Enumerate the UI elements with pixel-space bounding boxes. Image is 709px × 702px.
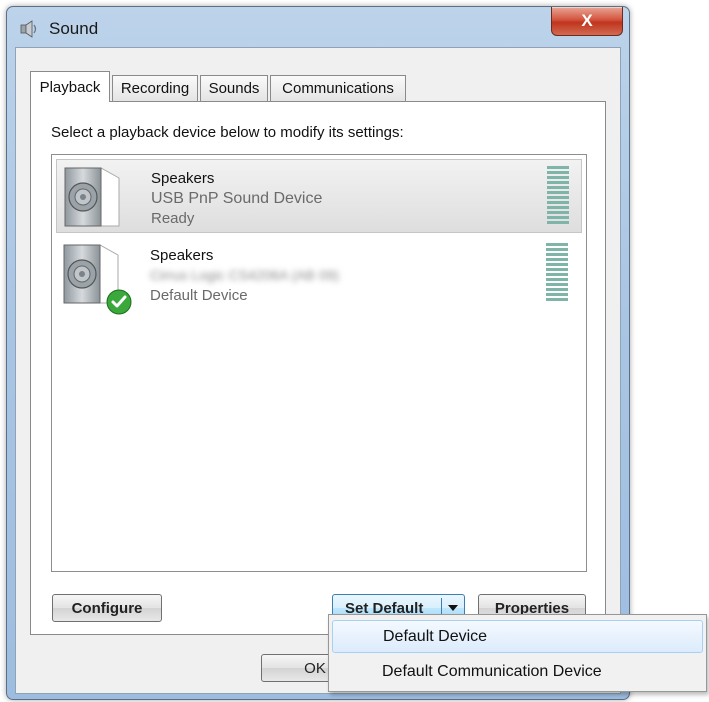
configure-button[interactable]: Configure: [52, 594, 162, 622]
device-description: USB PnP Sound Device: [151, 190, 323, 207]
menu-item-default-communication-device[interactable]: Default Communication Device: [332, 655, 703, 688]
close-button[interactable]: X: [551, 7, 623, 36]
check-icon: [106, 289, 132, 315]
volume-meter: [547, 166, 569, 224]
speaker-icon: [64, 167, 120, 227]
set-default-dropdown-menu: Default Device Default Communication Dev…: [328, 614, 707, 692]
device-name: Speakers: [150, 247, 214, 264]
chevron-down-icon[interactable]: [447, 603, 459, 613]
device-status: Ready: [151, 210, 195, 227]
device-status: Default Device: [150, 287, 248, 304]
tab-communications[interactable]: Communications: [270, 75, 406, 101]
speaker-icon: [20, 20, 37, 38]
device-item[interactable]: Speakers Cirrus Logic CS4206A (AB 09) De…: [56, 237, 582, 315]
tab-playback[interactable]: Playback: [30, 71, 110, 102]
device-description: Cirrus Logic CS4206A (AB 09): [150, 267, 340, 283]
playback-device-list[interactable]: Speakers USB PnP Sound Device Ready Spea…: [51, 154, 587, 572]
volume-meter: [546, 243, 568, 301]
playback-tab-panel: Select a playback device below to modify…: [30, 101, 606, 635]
menu-item-default-device[interactable]: Default Device: [332, 620, 703, 653]
instruction-text: Select a playback device below to modify…: [51, 124, 404, 141]
device-item[interactable]: Speakers USB PnP Sound Device Ready: [56, 159, 582, 233]
window-title: Sound: [49, 19, 99, 38]
tab-recording[interactable]: Recording: [112, 75, 198, 101]
device-name: Speakers: [151, 170, 215, 187]
tab-sounds[interactable]: Sounds: [200, 75, 268, 101]
dialog-client-area: Playback Recording Sounds Communications…: [15, 47, 621, 694]
sound-window: Sound X Playback Recording Sounds Commun…: [6, 6, 630, 700]
title-bar[interactable]: Sound X: [7, 7, 629, 47]
